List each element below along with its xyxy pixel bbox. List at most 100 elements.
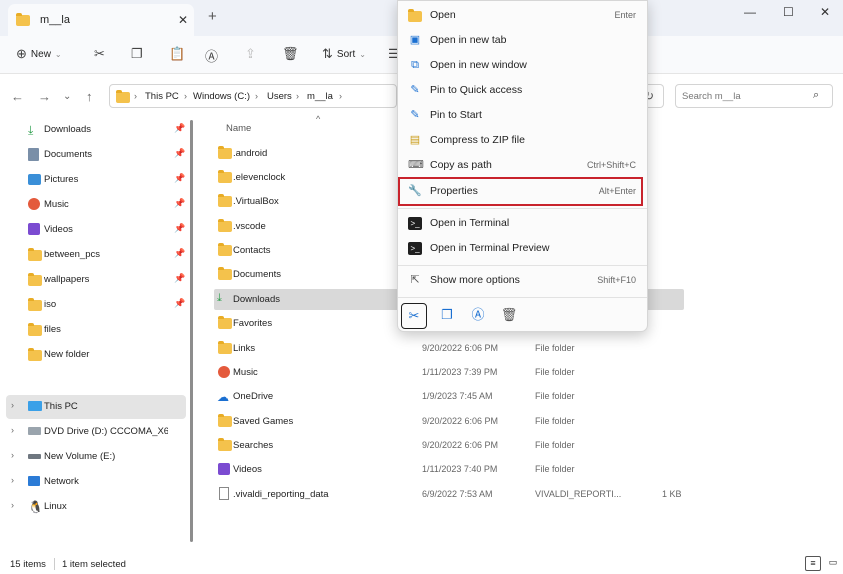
sort-button[interactable]: ⇅ Sort ⌄ <box>322 46 366 62</box>
file-date: 1/9/2023 7:45 AM <box>422 391 493 401</box>
sidebar-item-linux[interactable]: › 🐧 Linux <box>8 495 188 519</box>
rename-icon[interactable]: Ⓐ <box>465 303 491 329</box>
file-date: 9/20/2022 6:06 PM <box>422 343 499 353</box>
tiles-view-icon[interactable]: ▭ <box>825 556 841 571</box>
menu-item-open[interactable]: Open Enter <box>404 4 642 28</box>
cut-icon[interactable]: ✂ <box>94 46 105 62</box>
sidebar-item-files[interactable]: files <box>8 318 188 342</box>
chevron-right-icon: › <box>11 450 14 460</box>
menu-item-copy-as-path[interactable]: ⌨ Copy as path Ctrl+Shift+C <box>404 154 642 178</box>
share-icon[interactable]: ⇪ <box>245 46 256 62</box>
sidebar-item-documents[interactable]: Documents 📌 <box>8 143 188 167</box>
sidebar-item-iso[interactable]: iso 📌 <box>8 293 188 317</box>
menu-item-pin-quick-access[interactable]: ✎ Pin to Quick access <box>404 79 642 103</box>
file-name: Documents <box>233 269 282 280</box>
folder-icon <box>28 248 42 261</box>
music-icon <box>218 366 230 378</box>
sidebar-item-wallpapers[interactable]: wallpapers 📌 <box>8 268 188 292</box>
file-row[interactable]: Videos 1/11/2023 7:40 PM File folder <box>214 457 684 481</box>
tab-close-icon[interactable]: ✕ <box>178 13 188 27</box>
music-icon <box>28 198 40 210</box>
menu-item-open-new-tab[interactable]: ▣ Open in new tab <box>404 29 642 53</box>
sidebar-item-new-folder[interactable]: New folder <box>8 343 188 367</box>
file-row[interactable]: ☁ OneDrive 1/9/2023 7:45 AM File folder <box>214 384 684 408</box>
file-row[interactable]: Links 9/20/2022 6:06 PM File folder <box>214 336 684 360</box>
pin-icon: 📌 <box>174 298 186 308</box>
sidebar-item-pictures[interactable]: Pictures 📌 <box>8 168 188 192</box>
breadcrumb-users[interactable]: Users <box>267 91 292 102</box>
sidebar-item-label: files <box>44 324 61 335</box>
menu-item-pin-start[interactable]: ✎ Pin to Start <box>404 104 642 128</box>
pin-icon: 📌 <box>174 223 186 233</box>
navigation-pane: ⤓ Downloads 📌 Documents 📌 Pictures 📌 Mus… <box>0 118 190 554</box>
folder-icon <box>28 323 42 336</box>
close-window-button[interactable]: ✕ <box>820 5 830 19</box>
file-name: Downloads <box>233 294 280 305</box>
terminal-icon: >_ <box>408 217 422 230</box>
menu-item-shortcut: Alt+Enter <box>598 186 636 196</box>
file-name: .VirtualBox <box>233 196 279 207</box>
videos-icon <box>28 223 40 235</box>
sidebar-item-label: New folder <box>44 349 90 360</box>
new-tab-button[interactable]: + <box>208 8 217 25</box>
sidebar-item-downloads[interactable]: ⤓ Downloads 📌 <box>8 118 188 142</box>
sidebar-item-this-pc[interactable]: › This PC <box>8 395 188 419</box>
rename-icon[interactable]: Ⓐ <box>205 46 218 65</box>
file-row[interactable]: Saved Games 9/20/2022 6:06 PM File folder <box>214 409 684 433</box>
breadcrumb-windows-c[interactable]: Windows (C:) <box>193 91 250 102</box>
tab-m-la[interactable]: m__la ✕ <box>8 4 194 36</box>
sidebar-item-network[interactable]: › Network <box>8 470 188 494</box>
delete-icon[interactable]: 🗑 <box>282 46 299 62</box>
breadcrumb-m-la[interactable]: m__la <box>307 91 333 102</box>
pictures-icon <box>28 174 41 185</box>
minimize-button[interactable]: — <box>744 5 756 19</box>
folder-icon <box>218 219 232 232</box>
search-box[interactable]: Search m__la ⌕ <box>675 84 833 108</box>
sidebar-item-music[interactable]: Music 📌 <box>8 193 188 217</box>
status-bar: 15 items 1 item selected ≡ ▭ <box>0 554 843 574</box>
pin-icon: 📌 <box>174 248 186 258</box>
menu-item-open-terminal[interactable]: >_ Open in Terminal <box>404 212 642 236</box>
menu-item-show-more-options[interactable]: ⇱ Show more options Shift+F10 <box>404 269 642 293</box>
delete-icon[interactable]: 🗑 <box>496 303 522 329</box>
up-arrow-icon[interactable]: ↑ <box>86 89 93 104</box>
menu-item-open-terminal-preview[interactable]: >_ Open in Terminal Preview <box>404 237 642 261</box>
sidebar-item-videos[interactable]: Videos 📌 <box>8 218 188 242</box>
file-name: Contacts <box>233 245 271 256</box>
breadcrumb-this-pc[interactable]: This PC <box>145 91 179 102</box>
file-name: Saved Games <box>233 416 294 427</box>
download-icon: ⤓ <box>28 123 34 137</box>
sidebar-item-label: This PC <box>44 401 78 412</box>
menu-item-open-new-window[interactable]: ⧉ Open in new window <box>404 54 642 78</box>
file-row[interactable]: Searches 9/20/2022 6:06 PM File folder <box>214 433 684 457</box>
new-tab-icon: ▣ <box>409 34 421 46</box>
file-date: 1/11/2023 7:39 PM <box>422 367 498 377</box>
back-arrow-icon[interactable]: ← <box>11 89 24 104</box>
new-button[interactable]: ⊕ New ⌄ <box>16 46 62 62</box>
file-row[interactable]: Music 1/11/2023 7:39 PM File folder <box>214 360 684 384</box>
sidebar-item-dvd-drive[interactable]: › DVD Drive (D:) CCCOMA_X64FRE_E <box>8 420 188 444</box>
sidebar-scrollbar[interactable] <box>190 120 193 542</box>
recent-dropdown-icon[interactable]: ⌄ <box>63 91 71 102</box>
details-view-icon[interactable]: ≡ <box>805 556 821 571</box>
sidebar-item-new-volume[interactable]: › New Volume (E:) <box>8 445 188 469</box>
file-type: File folder <box>535 440 575 450</box>
menu-item-compress-zip[interactable]: ▤ Compress to ZIP file <box>404 129 642 153</box>
column-header-name[interactable]: Name <box>226 123 251 134</box>
address-bar[interactable]: › This PC › Windows (C:) › Users › m__la… <box>109 84 397 108</box>
copy-icon[interactable]: ❐ <box>131 46 143 62</box>
paste-icon[interactable]: 📋 <box>169 46 185 62</box>
chevron-right-icon: › <box>255 91 258 101</box>
maximize-button[interactable]: ☐ <box>783 5 794 19</box>
copy-icon[interactable]: ❐ <box>434 303 460 329</box>
chevron-right-icon: › <box>134 91 137 101</box>
menu-item-label: Compress to ZIP file <box>430 134 525 146</box>
file-size: 1 KB <box>662 489 682 499</box>
sidebar-item-between-pcs[interactable]: between_pcs 📌 <box>8 243 188 267</box>
file-row[interactable]: .vivaldi_reporting_data 6/9/2022 7:53 AM V… <box>214 482 684 506</box>
folder-icon <box>218 316 232 329</box>
menu-item-properties[interactable]: 🔧 Properties Alt+Enter <box>404 180 642 204</box>
file-name: Favorites <box>233 318 273 329</box>
cut-icon[interactable]: ✂ <box>401 303 427 329</box>
forward-arrow-icon[interactable]: → <box>38 89 51 104</box>
